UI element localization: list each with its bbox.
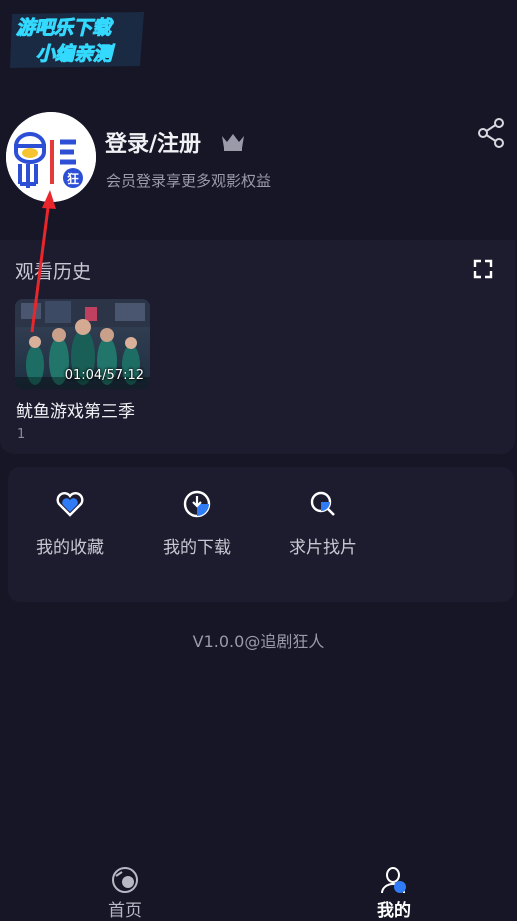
watch-history-section: 观看历史 01:04/57:12 鱿鱼游戏第三季 1 bbox=[0, 240, 515, 454]
home-icon bbox=[112, 867, 138, 893]
share-icon[interactable] bbox=[476, 116, 506, 150]
download-icon bbox=[183, 490, 211, 518]
tab-mine[interactable]: 我的 bbox=[364, 866, 424, 921]
history-item-title[interactable]: 鱿鱼游戏第三季 bbox=[16, 397, 135, 422]
downloads-label: 我的下载 bbox=[163, 538, 231, 558]
app-logo-icon: 狂 bbox=[6, 112, 96, 202]
playback-progress: 01:04/57:12 bbox=[64, 368, 144, 383]
avatar-badge-text: 狂 bbox=[67, 171, 79, 186]
profile-header[interactable]: 狂 登录/注册 会员登录享更多观影权益 bbox=[0, 108, 517, 204]
profile-icon bbox=[381, 867, 406, 894]
request-movie-button[interactable]: 求片找片 bbox=[268, 489, 378, 559]
tab-home-label: 首页 bbox=[108, 901, 142, 921]
vip-crown-icon bbox=[222, 134, 244, 151]
favorites-label: 我的收藏 bbox=[36, 538, 104, 558]
request-label: 求片找片 bbox=[289, 538, 357, 558]
section-title: 观看历史 bbox=[15, 261, 92, 283]
watermark-line2: 小编亲测 bbox=[36, 43, 116, 65]
my-downloads-button[interactable]: 我的下载 bbox=[142, 489, 252, 559]
login-register-link[interactable]: 登录/注册 bbox=[105, 126, 201, 158]
tab-home[interactable]: 首页 bbox=[95, 866, 155, 921]
avatar[interactable]: 狂 bbox=[6, 112, 96, 202]
version-text: V1.0.0@追剧狂人 bbox=[192, 632, 325, 651]
history-item-thumbnail[interactable]: 01:04/57:12 bbox=[15, 299, 150, 389]
history-item-episode: 1 bbox=[17, 427, 26, 442]
member-benefit-text: 会员登录享更多观影权益 bbox=[106, 172, 272, 190]
expand-icon[interactable] bbox=[472, 258, 494, 280]
heart-icon bbox=[56, 492, 84, 517]
tab-mine-label: 我的 bbox=[377, 901, 411, 921]
watermark-line1: 游吧乐下载 bbox=[16, 17, 114, 39]
tools-section: 我的收藏 我的下载 求片找片 bbox=[8, 467, 514, 602]
my-favorites-button[interactable]: 我的收藏 bbox=[15, 489, 125, 559]
bottom-tab-bar: 首页 我的 bbox=[0, 860, 517, 921]
watermark-logo: 游吧乐下载 小编亲测 bbox=[10, 12, 144, 68]
search-icon bbox=[310, 491, 335, 516]
